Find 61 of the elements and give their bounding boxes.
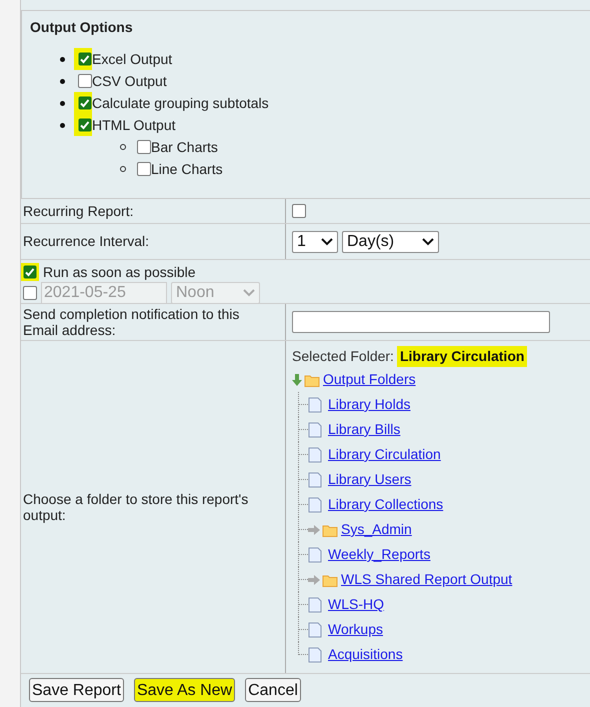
document-icon bbox=[308, 396, 322, 412]
checkbox-label: Calculate grouping subtotals bbox=[92, 94, 269, 113]
folder-link[interactable]: Sys_Admin bbox=[341, 519, 412, 540]
folder-icon bbox=[304, 372, 320, 386]
document-icon bbox=[308, 596, 322, 612]
dropdown[interactable]: 1 bbox=[292, 230, 338, 252]
checkbox-label: Excel Output bbox=[92, 50, 172, 69]
checkbox[interactable] bbox=[78, 118, 92, 132]
field-label: Send completion notification to this Email address: bbox=[23, 306, 240, 338]
circle-bullet-icon bbox=[120, 166, 126, 172]
document-icon bbox=[308, 422, 322, 438]
section-title: Output Options bbox=[30, 18, 134, 37]
folder-link[interactable]: Library Collections bbox=[328, 494, 444, 515]
folder-icon bbox=[322, 522, 338, 536]
checkbox[interactable] bbox=[78, 52, 92, 66]
document-icon bbox=[308, 496, 322, 512]
field-label: Choose a folder to store this report's output: bbox=[23, 491, 250, 523]
bullet-icon bbox=[60, 56, 65, 62]
button[interactable]: Save As New bbox=[134, 678, 236, 702]
email-field[interactable] bbox=[292, 311, 550, 333]
folder-link[interactable]: Library Bills bbox=[328, 419, 400, 440]
checkbox-label: CSV Output bbox=[92, 72, 167, 91]
field-label: Recurring Report: bbox=[23, 202, 134, 221]
button[interactable]: Save Report bbox=[29, 678, 124, 702]
document-icon bbox=[308, 446, 322, 462]
field-label: Recurrence Interval: bbox=[23, 232, 150, 251]
folder-link[interactable]: WLS-HQ bbox=[328, 594, 384, 615]
chevron-down-icon bbox=[422, 238, 434, 246]
document-icon bbox=[308, 622, 322, 638]
folder-link[interactable]: Library Circulation bbox=[328, 444, 441, 465]
document-icon bbox=[308, 546, 322, 562]
checkbox[interactable] bbox=[78, 96, 92, 110]
dropdown[interactable]: Day(s) bbox=[342, 230, 439, 252]
bullet-icon bbox=[60, 78, 65, 84]
checkbox[interactable] bbox=[292, 204, 306, 218]
checkbox[interactable] bbox=[137, 162, 151, 176]
folder-link[interactable]: Library Holds bbox=[328, 394, 410, 415]
bullet-icon bbox=[60, 122, 65, 128]
down-arrow-icon[interactable] bbox=[292, 374, 302, 386]
document-icon bbox=[308, 646, 322, 662]
checkbox-label: Bar Charts bbox=[151, 138, 218, 156]
checkbox[interactable] bbox=[78, 74, 92, 88]
folder-link[interactable]: WLS Shared Report Output bbox=[341, 569, 512, 590]
bullet-icon bbox=[60, 100, 65, 106]
chevron-down-icon bbox=[243, 289, 255, 297]
selected-folder-name: Library Circulation bbox=[396, 346, 528, 366]
folder-icon bbox=[322, 572, 338, 586]
checkbox-label: Run as soon as possible bbox=[43, 262, 196, 282]
checkbox[interactable] bbox=[137, 140, 151, 154]
button[interactable]: Cancel bbox=[245, 678, 301, 702]
folder-link[interactable]: Weekly_Reports bbox=[328, 544, 430, 565]
folder-link[interactable]: Workups bbox=[328, 619, 383, 640]
chevron-down-icon bbox=[321, 238, 333, 246]
document-icon bbox=[308, 472, 322, 488]
folder-link[interactable]: Acquisitions bbox=[328, 644, 403, 665]
field-label: Selected Folder: bbox=[292, 346, 394, 366]
folder-link[interactable]: Output Folders bbox=[323, 369, 416, 390]
checkbox-label: Line Charts bbox=[151, 160, 223, 178]
circle-bullet-icon bbox=[120, 144, 126, 150]
checkbox-label: HTML Output bbox=[92, 116, 176, 135]
folder-link[interactable]: Library Users bbox=[328, 469, 412, 490]
